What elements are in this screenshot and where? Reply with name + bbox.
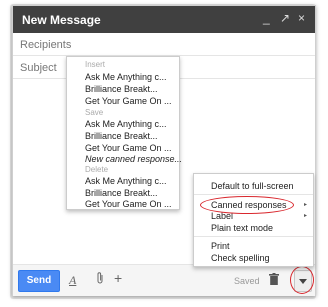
compose-title: New Message — [22, 13, 101, 27]
delete-item[interactable]: Brilliance Breakt... — [85, 188, 158, 198]
delete-section-header: Delete — [85, 165, 109, 174]
menu-item-check-spelling[interactable]: Check spelling — [211, 253, 270, 263]
recipients-field[interactable]: Recipients — [13, 33, 315, 56]
insert-item[interactable]: Ask Me Anything c... — [85, 72, 167, 82]
trash-icon[interactable] — [269, 273, 279, 288]
formatting-icon[interactable]: A — [69, 273, 76, 287]
save-item[interactable]: Ask Me Anything c... — [85, 119, 167, 129]
highlight-ring-more-options — [290, 266, 314, 294]
insert-more-icon[interactable]: + — [114, 271, 122, 285]
recipients-placeholder: Recipients — [20, 39, 72, 51]
insert-item[interactable]: Get Your Game On ... — [85, 96, 172, 106]
delete-item[interactable]: Get Your Game On ... — [85, 199, 172, 209]
menu-item-default-full-screen[interactable]: Default to full-screen — [211, 181, 294, 191]
menu-divider — [194, 236, 313, 237]
compose-toolbar: Send A + Saved — [13, 264, 315, 296]
insert-item[interactable]: Brilliance Breakt... — [85, 84, 158, 94]
submenu-arrow-icon: ▸ — [303, 213, 307, 219]
send-button[interactable]: Send — [18, 270, 60, 292]
menu-divider — [194, 194, 313, 195]
canned-responses-submenu: Insert Ask Me Anything c... Brilliance B… — [66, 56, 182, 210]
save-item[interactable]: Brilliance Breakt... — [85, 131, 158, 141]
menu-item-print[interactable]: Print — [211, 241, 230, 251]
highlight-ring-canned-responses — [200, 196, 294, 214]
menu-item-plain-text-mode[interactable]: Plain text mode — [211, 223, 273, 233]
minimize-icon[interactable]: _ — [263, 11, 270, 25]
compose-titlebar: New Message _ ↗ × — [13, 6, 315, 33]
insert-section-header: Insert — [85, 60, 106, 69]
saved-status: Saved — [234, 276, 260, 286]
close-icon[interactable]: × — [298, 11, 305, 25]
delete-item[interactable]: Ask Me Anything c... — [85, 176, 167, 186]
submenu-arrow-icon: ▸ — [303, 202, 307, 208]
popout-icon[interactable]: ↗ — [280, 11, 290, 25]
save-section-header: Save — [85, 108, 104, 117]
new-canned-response-item[interactable]: New canned response... — [85, 154, 182, 164]
more-options-menu: Default to full-screen Canned responses … — [193, 173, 314, 267]
attach-icon[interactable] — [95, 271, 105, 288]
save-item[interactable]: Get Your Game On ... — [85, 143, 172, 153]
subject-placeholder: Subject — [20, 62, 57, 74]
